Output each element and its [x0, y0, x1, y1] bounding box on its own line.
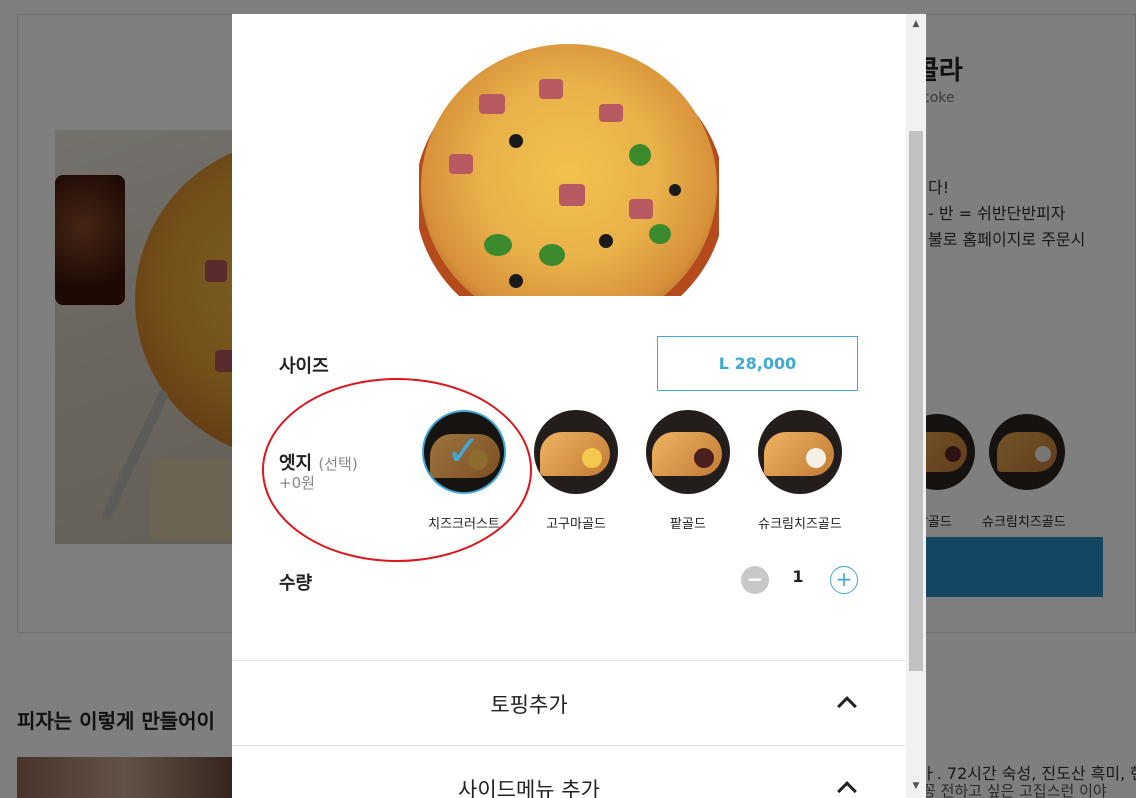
quantity-plus-button[interactable]: +	[830, 566, 858, 594]
quantity-label: 수량	[279, 573, 313, 594]
chevron-up-icon	[837, 696, 857, 716]
pizza-image	[419, 34, 719, 296]
chevron-up-icon	[837, 781, 857, 798]
side-menu-add-section[interactable]: 사이드메뉴 추가	[232, 745, 906, 798]
quantity-value: 1	[792, 567, 804, 586]
scroll-down-arrow-icon[interactable]: ▼	[910, 780, 922, 792]
scroll-up-arrow-icon[interactable]: ▲	[910, 18, 922, 30]
edge-option-sweet-potato-gold[interactable]	[534, 410, 618, 494]
topping-add-title: 토핑추가	[490, 693, 568, 717]
quantity-minus-button[interactable]: −	[741, 566, 769, 594]
modal-scrollbar[interactable]: ▲ ▼	[906, 14, 926, 798]
edge-option-label: 팥골드	[670, 517, 706, 532]
edge-option-label: 슈크림치즈골드	[758, 517, 842, 532]
size-option-large[interactable]: L 28,000	[657, 336, 858, 391]
edge-option-cream-cheese-gold[interactable]	[758, 410, 842, 494]
annotation-circle	[262, 378, 532, 562]
size-label: 사이즈	[279, 356, 329, 377]
edge-option-label: 고구마골드	[546, 517, 606, 532]
side-menu-add-title: 사이드메뉴 추가	[458, 778, 600, 798]
scrollbar-thumb[interactable]	[909, 131, 923, 671]
topping-add-section[interactable]: 토핑추가	[232, 660, 906, 746]
edge-option-red-bean-gold[interactable]	[646, 410, 730, 494]
